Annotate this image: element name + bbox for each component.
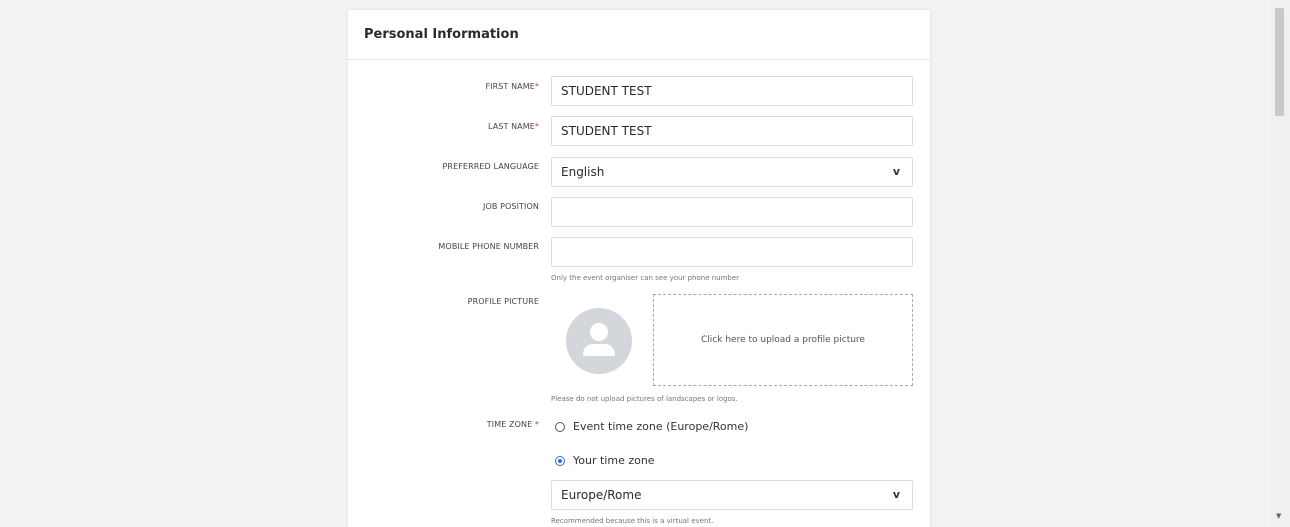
profile-picture-upload[interactable]: Click here to upload a profile picture [653, 294, 913, 386]
avatar-body [583, 344, 615, 356]
chevron-down-icon: v [892, 488, 900, 501]
radio-your-time-zone[interactable]: Your time zone [555, 454, 655, 467]
required-marker: * [534, 122, 539, 131]
radio-event-time-zone[interactable]: Event time zone (Europe/Rome) [555, 420, 748, 433]
time-zone-value: Europe/Rome [561, 488, 642, 502]
time-zone-label: TIME ZONE * [486, 420, 539, 429]
job-position-label: JOB POSITION [483, 202, 539, 211]
radio-checked-icon[interactable] [555, 455, 565, 466]
first-name-input[interactable] [551, 76, 913, 106]
mobile-phone-label: MOBILE PHONE NUMBER [438, 242, 539, 251]
preferred-language-label: PREFERRED LANGUAGE [442, 162, 539, 171]
card-header: Personal Information [348, 10, 930, 60]
time-zone-help: Recommended because this is a virtual ev… [551, 517, 714, 525]
time-zone-select[interactable]: Europe/Rome v [551, 480, 913, 510]
mobile-phone-help: Only the event organiser can see your ph… [551, 274, 740, 282]
preferred-language-select[interactable]: English v [551, 157, 913, 187]
radio-event-time-zone-label: Event time zone (Europe/Rome) [573, 420, 749, 433]
first-name-label: FIRST NAME* [485, 82, 539, 91]
avatar-head [590, 323, 608, 341]
scrollbar-thumb[interactable] [1275, 8, 1284, 116]
page: Personal Information FIRST NAME* LAST NA… [0, 0, 1290, 527]
user-avatar-icon [566, 308, 632, 374]
upload-text: Click here to upload a profile picture [701, 335, 865, 345]
job-position-input[interactable] [551, 197, 913, 227]
profile-picture-label: PROFILE PICTURE [467, 297, 539, 306]
personal-information-card: Personal Information FIRST NAME* LAST NA… [348, 10, 930, 527]
required-marker: * [534, 82, 539, 91]
preferred-language-value: English [561, 165, 605, 179]
radio-unchecked-icon[interactable] [555, 421, 565, 432]
vertical-scrollbar[interactable]: ▼ [1270, 0, 1290, 527]
section-title: Personal Information [364, 27, 519, 42]
last-name-input[interactable] [551, 116, 913, 146]
required-marker: * [534, 420, 539, 429]
mobile-phone-input[interactable] [551, 237, 913, 267]
radio-your-time-zone-label: Your time zone [573, 454, 655, 467]
chevron-down-icon: v [892, 165, 900, 178]
profile-picture-help: Please do not upload pictures of landsca… [551, 395, 738, 403]
scroll-down-arrow-icon[interactable]: ▼ [1276, 512, 1281, 520]
last-name-label: LAST NAME* [487, 122, 539, 131]
